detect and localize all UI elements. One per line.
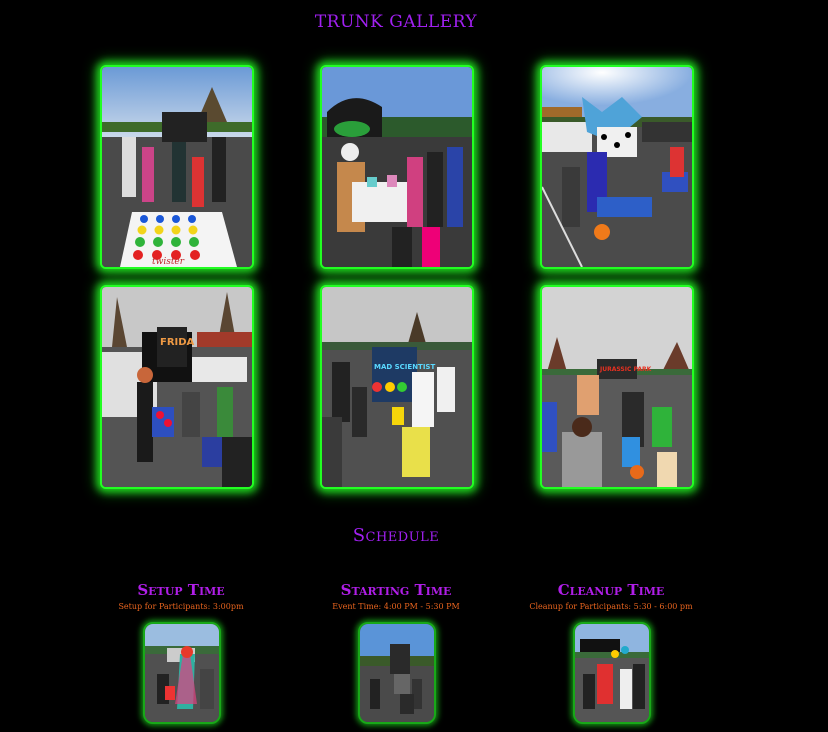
mad-scientist-trunk-photo[interactable]: MAD SCIENTIST [320, 285, 474, 489]
starting-time-detail: Event Time: 4:00 PM - 5:30 PM [332, 602, 460, 611]
page: TRUNK GALLERY twister FRIDA MAD SCIENTIS… [0, 0, 828, 732]
cleanup-time-detail: Cleanup for Participants: 5:30 - 6:00 pm [529, 602, 693, 611]
starting-time-photo[interactable] [358, 622, 436, 724]
setup-time-title: Setup Time [137, 581, 225, 599]
svg-text:twister: twister [152, 257, 185, 267]
schedule-title: Schedule [352, 525, 440, 546]
frida-trunk-photo[interactable]: FRIDA [100, 285, 254, 489]
schedule-setup: Setup Time Setup for Participants: 3:00p… [81, 582, 281, 612]
science-table-trunk-photo[interactable] [320, 65, 474, 269]
svg-text:JURASSIC PARK: JURASSIC PARK [599, 366, 652, 373]
setup-time-photo[interactable] [143, 622, 221, 724]
cleanup-time-title: Cleanup Time [557, 581, 665, 599]
schedule-starting: Starting Time Event Time: 4:00 PM - 5:30… [296, 582, 496, 612]
gallery-title: TRUNK GALLERY [314, 12, 478, 32]
dalmatian-trunk-photo[interactable] [540, 65, 694, 269]
cleanup-time-photo[interactable] [573, 622, 651, 724]
setup-time-detail: Setup for Participants: 3:00pm [118, 602, 244, 611]
svg-text:MAD SCIENTIST: MAD SCIENTIST [374, 363, 435, 371]
jurassic-park-trunk-photo[interactable]: JURASSIC PARK [540, 285, 694, 489]
svg-text:FRIDA: FRIDA [160, 337, 195, 348]
schedule-cleanup: Cleanup Time Cleanup for Participants: 5… [511, 582, 711, 612]
starting-time-title: Starting Time [340, 581, 452, 599]
twister-trunk-photo[interactable]: twister [100, 65, 254, 269]
